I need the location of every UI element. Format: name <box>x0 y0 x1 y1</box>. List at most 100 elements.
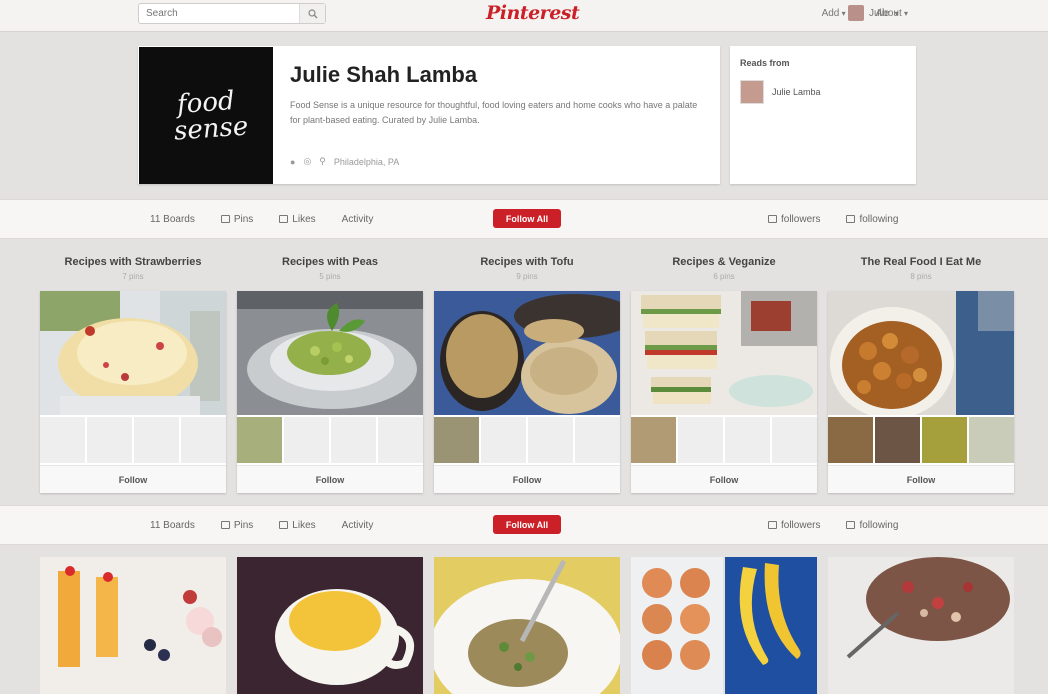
board-thumbnails <box>237 417 423 463</box>
tab-activity[interactable]: Activity <box>342 520 374 531</box>
board-thumbnails <box>434 417 620 463</box>
add-menu[interactable]: Add <box>822 8 846 19</box>
tab-likes[interactable]: Likes <box>279 214 316 225</box>
board-thumbnail[interactable] <box>575 417 620 463</box>
board-thumbnail[interactable] <box>237 417 282 463</box>
following-link[interactable]: following <box>846 520 898 531</box>
profile-name: Julie Shah Lamba <box>290 62 478 87</box>
profile-tab-bar: 11 Boards Pins Likes Activity Follow All… <box>0 199 1048 239</box>
board-card[interactable]: Follow <box>631 291 817 493</box>
board-thumbnail[interactable] <box>284 417 329 463</box>
board-cover-image[interactable] <box>828 291 1014 415</box>
board-thumbnail[interactable] <box>331 417 376 463</box>
board-title: Recipes with Strawberries <box>64 256 202 268</box>
board-cover-image[interactable] <box>40 291 226 415</box>
board-heading[interactable]: Recipes with Tofu 9 pins <box>434 256 620 281</box>
profile-image: food sense <box>139 47 273 184</box>
board-title: Recipes with Tofu <box>480 256 574 268</box>
profile-location: Philadelphia, PA <box>333 156 400 167</box>
board-heading[interactable]: Recipes & Veganize 6 pins <box>631 256 817 281</box>
user-name: Julie <box>869 7 890 19</box>
top-nav-bar: Pinterest Add About Julie ▾ <box>0 0 1048 32</box>
board-thumbnail[interactable] <box>828 417 873 463</box>
board-thumbnail[interactable] <box>40 417 85 463</box>
board-title: Recipes with Peas <box>282 256 378 268</box>
reads-title: Reads from <box>740 58 790 68</box>
board-thumbnail[interactable] <box>922 417 967 463</box>
board-cover-image[interactable] <box>631 557 817 694</box>
tab-likes[interactable]: Likes <box>279 520 316 531</box>
user-menu[interactable]: Julie ▾ <box>848 5 899 21</box>
board-card[interactable]: Follow <box>40 291 226 493</box>
search-input[interactable] <box>139 8 299 19</box>
pinterest-logo[interactable]: Pinterest <box>486 2 580 24</box>
board-thumbnail[interactable] <box>181 417 226 463</box>
board-cover-image[interactable] <box>237 291 423 415</box>
follow-board-button[interactable]: Follow <box>237 465 423 493</box>
board-cover-image[interactable] <box>434 557 620 694</box>
tab-pins[interactable]: Pins <box>220 520 253 531</box>
follow-board-button[interactable]: Follow <box>631 465 817 493</box>
search-icon <box>307 8 317 18</box>
board-cover-image[interactable] <box>631 291 817 415</box>
board-thumbnails <box>40 417 226 463</box>
tab-boards[interactable]: 11 Boards <box>150 520 195 531</box>
website-icon[interactable]: ◎ <box>303 156 311 167</box>
following-link[interactable]: following <box>846 214 898 225</box>
follow-board-button[interactable]: Follow <box>828 465 1014 493</box>
people-icon <box>768 215 777 223</box>
board-thumbnail[interactable] <box>969 417 1014 463</box>
heart-icon <box>279 215 289 223</box>
search-button[interactable] <box>299 4 325 23</box>
tab-pins[interactable]: Pins <box>220 214 253 225</box>
profile-tab-bar: 11 Boards Pins Likes Activity Follow All… <box>0 505 1048 545</box>
board-thumbnail[interactable] <box>134 417 179 463</box>
reads-user[interactable]: Julie Lamba <box>740 80 821 104</box>
board-pin-count: 7 pins <box>122 272 144 281</box>
board-thumbnail[interactable] <box>378 417 423 463</box>
board-thumbnail[interactable] <box>481 417 526 463</box>
profile-meta: ● ◎ ⚲ Philadelphia, PA <box>290 156 399 167</box>
follow-all-button[interactable]: Follow All <box>493 209 561 228</box>
profile-card: food sense Julie Shah Lamba Food Sense i… <box>138 46 720 184</box>
people-icon <box>846 215 856 223</box>
follow-all-button[interactable]: Follow All <box>493 515 561 534</box>
board-thumbnail[interactable] <box>87 417 132 463</box>
follow-board-button[interactable]: Follow <box>434 465 620 493</box>
board-thumbnail[interactable] <box>631 417 676 463</box>
tab-activity[interactable]: Activity <box>342 214 374 225</box>
board-card[interactable]: Follow <box>237 291 423 493</box>
board-cover-image[interactable] <box>434 291 620 415</box>
board-card[interactable]: Follow <box>828 291 1014 493</box>
people-icon <box>846 521 856 529</box>
board-card[interactable]: Follow <box>434 291 620 493</box>
profile-logo-line2: sense <box>172 110 250 147</box>
board-thumbnail[interactable] <box>678 417 723 463</box>
board-cover-image[interactable] <box>237 557 423 694</box>
board-thumbnail[interactable] <box>434 417 479 463</box>
people-icon <box>768 521 777 529</box>
pin-icon <box>220 521 230 529</box>
board-cover-image[interactable] <box>40 557 226 694</box>
reads-from-box: Reads from Julie Lamba <box>730 46 916 184</box>
tab-boards[interactable]: 11 Boards <box>150 214 195 225</box>
board-thumbnail[interactable] <box>772 417 817 463</box>
board-heading[interactable]: Recipes with Peas 5 pins <box>237 256 423 281</box>
chevron-down-icon: ▾ <box>894 8 899 18</box>
heart-icon <box>279 521 289 529</box>
board-thumbnail[interactable] <box>875 417 920 463</box>
pin-icon <box>220 215 230 223</box>
board-pin-count: 6 pins <box>713 272 735 281</box>
follow-board-button[interactable]: Follow <box>40 465 226 493</box>
followers-link[interactable]: followers <box>768 214 820 225</box>
board-thumbnails <box>631 417 817 463</box>
twitter-icon[interactable]: ● <box>290 157 295 167</box>
board-heading[interactable]: Recipes with Strawberries 7 pins <box>40 256 226 281</box>
board-thumbnail[interactable] <box>725 417 770 463</box>
board-thumbnail[interactable] <box>528 417 573 463</box>
followers-link[interactable]: followers <box>768 520 820 531</box>
board-heading[interactable]: The Real Food I Eat Me 8 pins <box>828 256 1014 281</box>
board-title: The Real Food I Eat Me <box>860 256 982 268</box>
board-cover-image[interactable] <box>828 557 1014 694</box>
avatar <box>848 5 864 21</box>
